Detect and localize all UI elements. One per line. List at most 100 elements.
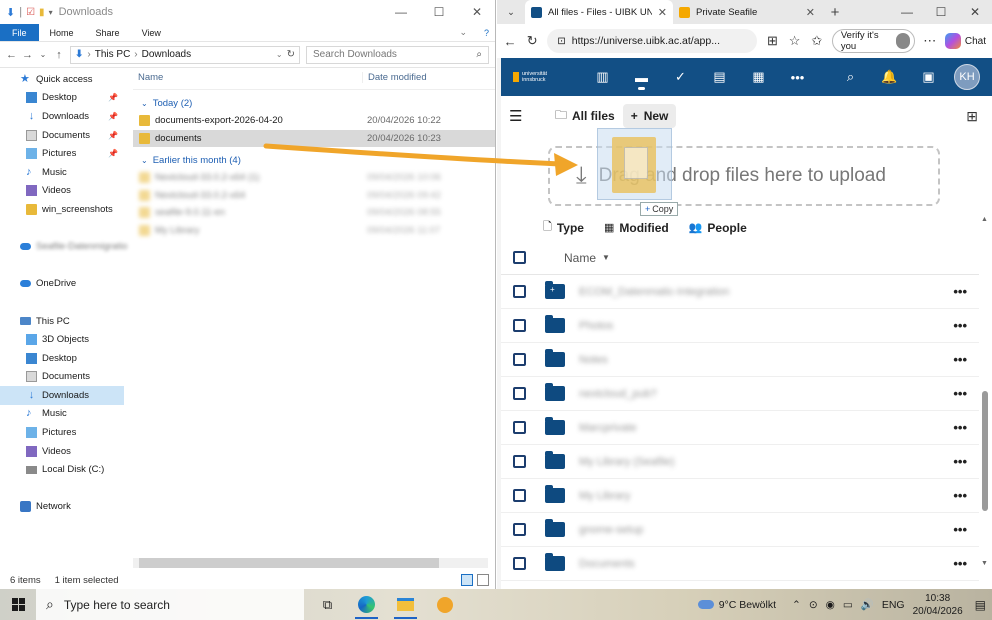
grid-view-toggle-icon[interactable]: ⊞ [966, 108, 978, 125]
nav-item[interactable]: Pictures [0, 423, 124, 442]
properties-icon[interactable]: ☑ [26, 7, 35, 18]
row-checkbox[interactable] [513, 523, 526, 536]
folder-row[interactable]: My Library ••• [501, 479, 979, 513]
contacts-icon[interactable]: ▣ [909, 58, 948, 96]
nav-item[interactable]: ★ Quick access [0, 70, 124, 89]
nav-item[interactable]: ↓ Downloads 📌 [0, 107, 124, 126]
file-row[interactable]: Nextcloud-33.0.2-x64 (1) 09/04/2026 10:06 [133, 169, 495, 187]
more-apps-icon[interactable]: ••• [778, 58, 817, 96]
row-checkbox[interactable] [513, 353, 526, 366]
file-row[interactable]: documents 20/04/2026 10:23 [133, 129, 495, 147]
weather-widget[interactable]: 9°C Bewölkt [697, 599, 776, 611]
file-row[interactable]: documents-export-2026-04-20 20/04/2026 10… [133, 112, 495, 130]
breadcrumb-downloads[interactable]: Downloads [142, 49, 191, 60]
folder-row[interactable]: Documents ••• [501, 547, 979, 581]
breadcrumb-all-files[interactable]: 🗀 All files [555, 106, 615, 127]
explorer-search-input[interactable]: Search Downloads ⌕ [306, 45, 489, 64]
group-header[interactable]: ⌄ Earlier this month (4) [133, 151, 495, 169]
file-row[interactable]: Nextcloud-33.0.2-x64 09/04/2026 09:42 [133, 187, 495, 205]
nav-item[interactable]: Documents [0, 368, 124, 387]
new-button[interactable]: + New [622, 104, 677, 128]
search-icon[interactable]: ⌕ [831, 58, 870, 96]
select-all-checkbox[interactable] [513, 251, 526, 264]
ribbon-expand-icon[interactable]: ⌄ [448, 24, 478, 41]
row-checkbox[interactable] [513, 387, 526, 400]
row-actions-icon[interactable]: ••• [953, 420, 967, 435]
breadcrumb-this-pc[interactable]: This PC [95, 49, 131, 60]
filter-type[interactable]: 🗋 Type [543, 218, 584, 237]
folder-row[interactable]: Photos ••• [501, 309, 979, 343]
folder-row[interactable]: gnome-setup ••• [501, 513, 979, 547]
row-checkbox[interactable] [513, 455, 526, 468]
row-actions-icon[interactable]: ••• [953, 386, 967, 401]
row-checkbox[interactable] [513, 285, 526, 298]
nav-item[interactable]: ↓ Downloads [0, 386, 124, 405]
folder-name[interactable]: ECOM_Datenmatic-Integration [579, 286, 953, 298]
back-arrow-icon[interactable]: ← [6, 49, 17, 61]
column-header-date-modified[interactable]: Date modified [362, 72, 482, 83]
taskbar-search-box[interactable]: ⌕ Type here to search [36, 589, 304, 620]
app-available-icon[interactable]: ⊞ [765, 33, 779, 49]
scrollbar-thumb[interactable] [139, 558, 439, 568]
nav-item[interactable]: Pictures 📌 [0, 144, 124, 163]
folder-row[interactable]: Marcprivate ••• [501, 411, 979, 445]
up-arrow-icon[interactable]: ↑ [54, 49, 64, 61]
folder-name[interactable]: Documents [579, 558, 953, 570]
onedrive-tray-icon[interactable]: ⊙ [809, 599, 818, 611]
scroll-up-icon[interactable]: ▲ [981, 216, 988, 223]
language-indicator[interactable]: ENG [882, 599, 905, 611]
sort-by-name-button[interactable]: Name ▼ [564, 251, 610, 265]
nav-item[interactable]: OneDrive [0, 275, 124, 294]
scrollbar-thumb[interactable] [982, 391, 988, 511]
nav-item[interactable]: 3D Objects [0, 330, 124, 349]
nav-item[interactable]: Local Disk (C:) [0, 460, 124, 479]
edge-app-icon[interactable] [347, 589, 386, 620]
deck-icon[interactable]: ▤ [700, 58, 739, 96]
maximize-button[interactable]: ☐ [420, 0, 458, 24]
new-folder-icon[interactable]: ▮ [39, 7, 45, 18]
nav-item[interactable]: Documents 📌 [0, 126, 124, 145]
large-icons-view-icon[interactable] [477, 574, 489, 586]
notification-center-icon[interactable]: ▤ [975, 598, 986, 612]
nav-item[interactable]: ♪ Music [0, 405, 124, 424]
nav-item[interactable]: Videos [0, 442, 124, 461]
copilot-chat-button[interactable]: Chat [944, 33, 986, 49]
nav-item[interactable]: Desktop [0, 349, 124, 368]
nav-item[interactable]: ♪ Music [0, 163, 124, 182]
nav-item[interactable]: Seafile-Datenmigratio [0, 237, 127, 256]
user-avatar[interactable]: KH [954, 64, 980, 90]
ribbon-tab-home[interactable]: Home [39, 24, 85, 41]
folder-row[interactable]: nextcloud_pub? ••• [501, 377, 979, 411]
nav-item[interactable]: This PC [0, 312, 124, 331]
folder-name[interactable]: Notes [579, 354, 953, 366]
minimize-button[interactable]: — [382, 0, 420, 24]
scroll-down-icon[interactable]: ▼ [981, 560, 988, 567]
refresh-icon[interactable]: ↻ [287, 49, 295, 60]
row-checkbox[interactable] [513, 421, 526, 434]
file-row[interactable]: My Library 09/04/2026 11:07 [133, 222, 495, 240]
ribbon-tab-view[interactable]: View [131, 24, 172, 41]
horizontal-scrollbar[interactable] [133, 558, 488, 568]
folder-name[interactable]: gnome-setup [579, 524, 953, 536]
filter-people[interactable]: 👥 People [689, 218, 747, 237]
university-logo[interactable]: universität innsbruck [513, 70, 561, 84]
row-actions-icon[interactable]: ••• [953, 352, 967, 367]
start-button[interactable] [0, 598, 36, 611]
folder-row[interactable]: + ECOM_Datenmatic-Integration ••• [501, 275, 979, 309]
address-path[interactable]: ⬇ › This PC › Downloads ⌄ ↻ [70, 45, 300, 64]
close-tab-icon[interactable]: ✕ [658, 6, 667, 19]
ribbon-tab-file[interactable]: File [0, 24, 39, 41]
show-hidden-icons-icon[interactable]: ⌃ [792, 599, 801, 611]
chevron-down-icon[interactable]: ▾ [49, 8, 53, 17]
network-icon[interactable]: ▭ [843, 599, 853, 611]
close-button[interactable]: ✕ [458, 0, 495, 24]
file-explorer-app-icon[interactable] [386, 589, 425, 620]
row-checkbox[interactable] [513, 557, 526, 570]
folder-name[interactable]: My Library [579, 490, 953, 502]
row-actions-icon[interactable]: ••• [953, 454, 967, 469]
group-header[interactable]: ⌄ Today (2) [133, 94, 495, 112]
column-header-name[interactable]: Name [133, 72, 362, 83]
row-actions-icon[interactable]: ••• [953, 488, 967, 503]
row-checkbox[interactable] [513, 489, 526, 502]
row-actions-icon[interactable]: ••• [953, 318, 967, 333]
